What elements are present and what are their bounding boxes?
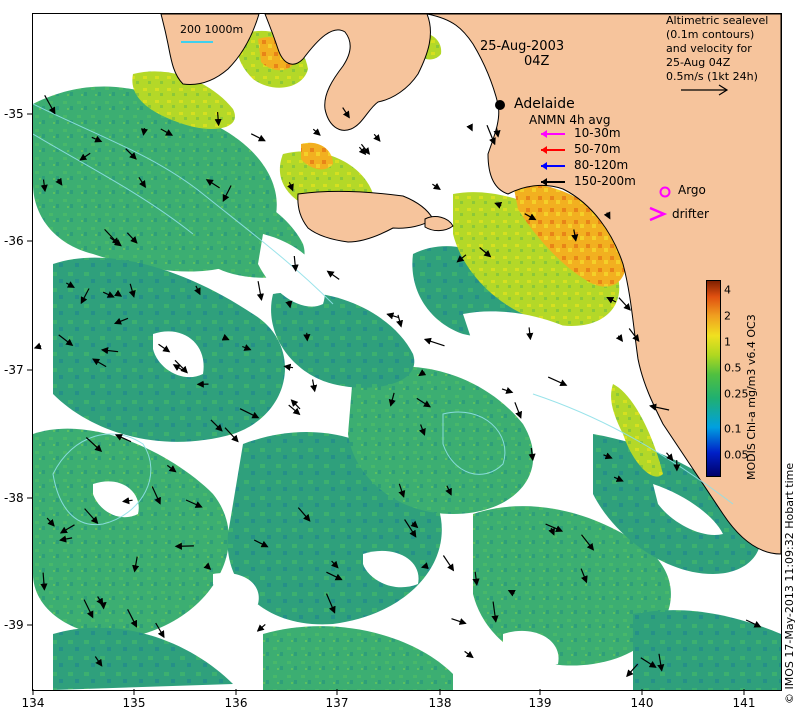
colorbar-title: MODIS Chl-a mg/m3 v6.4 OC3 [745, 314, 758, 480]
altimetry-note: Altimetric sealevel (0.1m contours) and … [666, 14, 768, 84]
argo-label: Argo [678, 183, 706, 197]
velocity-arrow [326, 270, 340, 280]
map-frame [32, 13, 782, 691]
credit-text: © IMOS 17-May-2013 11:09:32 Hobart time [783, 462, 796, 704]
y-tick-label: -35 [4, 107, 24, 121]
velocity-arrow [464, 650, 474, 659]
x-tick-label: 140 [630, 696, 654, 710]
velocity-arrow [256, 281, 264, 301]
colorbar-tick: 0.5 [724, 361, 742, 375]
velocity-arrow [396, 314, 404, 328]
colorbar-tick: 2 [724, 309, 731, 323]
velocity-arrow [451, 618, 467, 625]
x-tick-label: 138 [428, 696, 452, 710]
map-time: 04Z [524, 54, 550, 69]
y-tick-label: -37 [4, 363, 24, 377]
velocity-arrow [303, 332, 311, 342]
altimetry-note-line: Altimetric sealevel [666, 14, 769, 27]
y-tick-label: -38 [4, 491, 24, 505]
x-tick-label: 134 [21, 696, 45, 710]
colorbar-tick: 1 [724, 335, 731, 349]
velocity-arrow [466, 123, 473, 132]
anmn-title: ANMN 4h avg [529, 113, 611, 127]
altimetry-note-line: (0.1m contours) [666, 28, 755, 41]
velocity-arrow [514, 402, 523, 419]
adelaide-marker [495, 100, 505, 110]
velocity-arrow [360, 143, 371, 155]
anmn-legend-label: 80-120m [574, 158, 629, 172]
map-canvas [33, 14, 781, 690]
velocity-arrow [615, 334, 624, 342]
anmn-legend-label: 50-70m [574, 142, 621, 156]
altimetry-note-line: 25-Aug 04Z [666, 56, 731, 69]
velocity-arrow [618, 297, 631, 311]
colorbar-tick: 4 [724, 283, 731, 297]
x-tick-label: 141 [732, 696, 756, 710]
velocity-arrow [256, 623, 266, 632]
y-tick-label: -36 [4, 234, 24, 248]
velocity-arrow [442, 555, 455, 572]
velocity-arrow [290, 399, 301, 410]
anmn-legend-label: 150-200m [574, 174, 636, 188]
velocity-arrow [250, 133, 266, 142]
velocity-arrow [174, 542, 194, 550]
velocity-arrow [373, 133, 381, 142]
colorbar-tick: 0.1 [724, 422, 742, 436]
velocity-arrow [310, 379, 318, 393]
velocity-arrow [386, 312, 399, 320]
altimetry-note-line: 0.5m/s (1kt 24h) [666, 70, 758, 83]
x-tick-label: 135 [122, 696, 146, 710]
velocity-arrow [501, 387, 514, 394]
altimetry-note-line: and velocity for [666, 42, 752, 55]
colorbar [706, 280, 721, 477]
adelaide-label: Adelaide [514, 96, 575, 112]
x-tick-label: 139 [528, 696, 552, 710]
velocity-arrow [283, 363, 294, 371]
map-date: 25-Aug-2003 [480, 39, 565, 54]
velocity-arrow [432, 182, 441, 190]
anmn-legend-label: 10-30m [574, 126, 621, 140]
velocity-arrow [312, 128, 321, 136]
velocity-arrow [99, 602, 107, 610]
drifter-label: drifter [672, 207, 709, 221]
velocity-arrow [33, 342, 42, 350]
x-tick-label: 136 [224, 696, 248, 710]
x-tick-label: 137 [325, 696, 349, 710]
velocity-arrow [486, 124, 496, 146]
y-tick-label: -39 [4, 618, 24, 632]
velocity-arrow [423, 337, 445, 347]
scale-label: 200 1000m [180, 23, 244, 36]
